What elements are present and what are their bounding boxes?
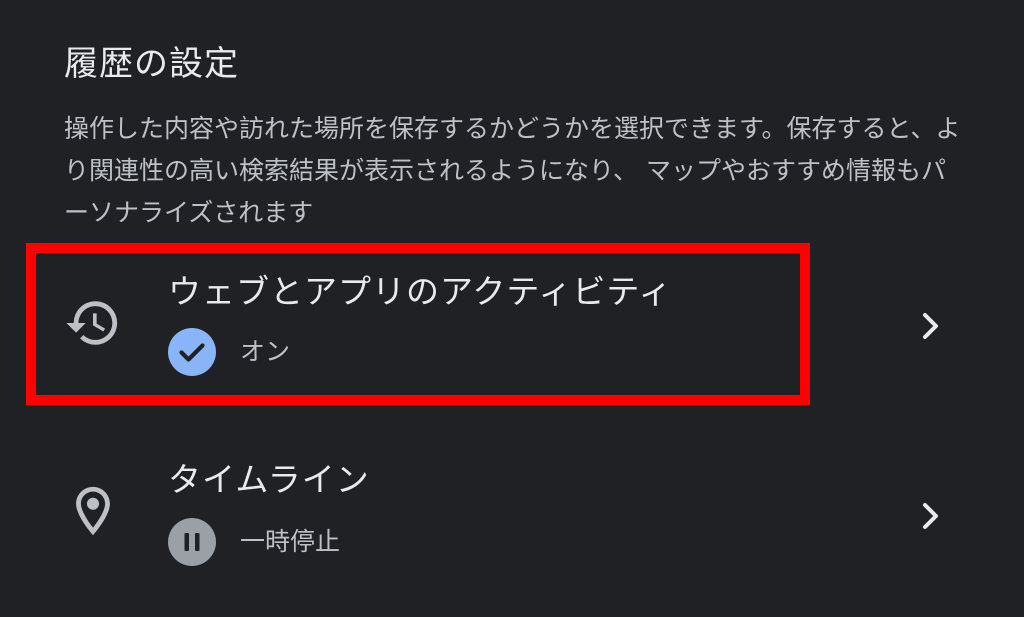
- timeline-title: タイムライン: [168, 460, 370, 499]
- check-circle-icon: [168, 328, 216, 376]
- web-app-activity-status: オン: [240, 337, 291, 366]
- timeline-status: 一時停止: [240, 527, 341, 556]
- timeline-item[interactable]: タイムライン 一時停止: [0, 434, 1024, 594]
- history-icon: [64, 294, 122, 352]
- location-pin-icon: [64, 482, 122, 540]
- chevron-right-icon: [912, 498, 948, 534]
- web-app-activity-item[interactable]: ウェブとアプリのアクティビティ オン: [0, 244, 1024, 404]
- chevron-right-icon: [912, 308, 948, 344]
- section-title: 履歴の設定: [64, 44, 239, 84]
- section-description: 操作した内容や訪れた場所を保存するかどうかを選択できます。保存すると、より関連性…: [64, 114, 961, 227]
- pause-circle-icon: [168, 518, 216, 566]
- web-app-activity-title: ウェブとアプリのアクティビティ: [168, 272, 673, 311]
